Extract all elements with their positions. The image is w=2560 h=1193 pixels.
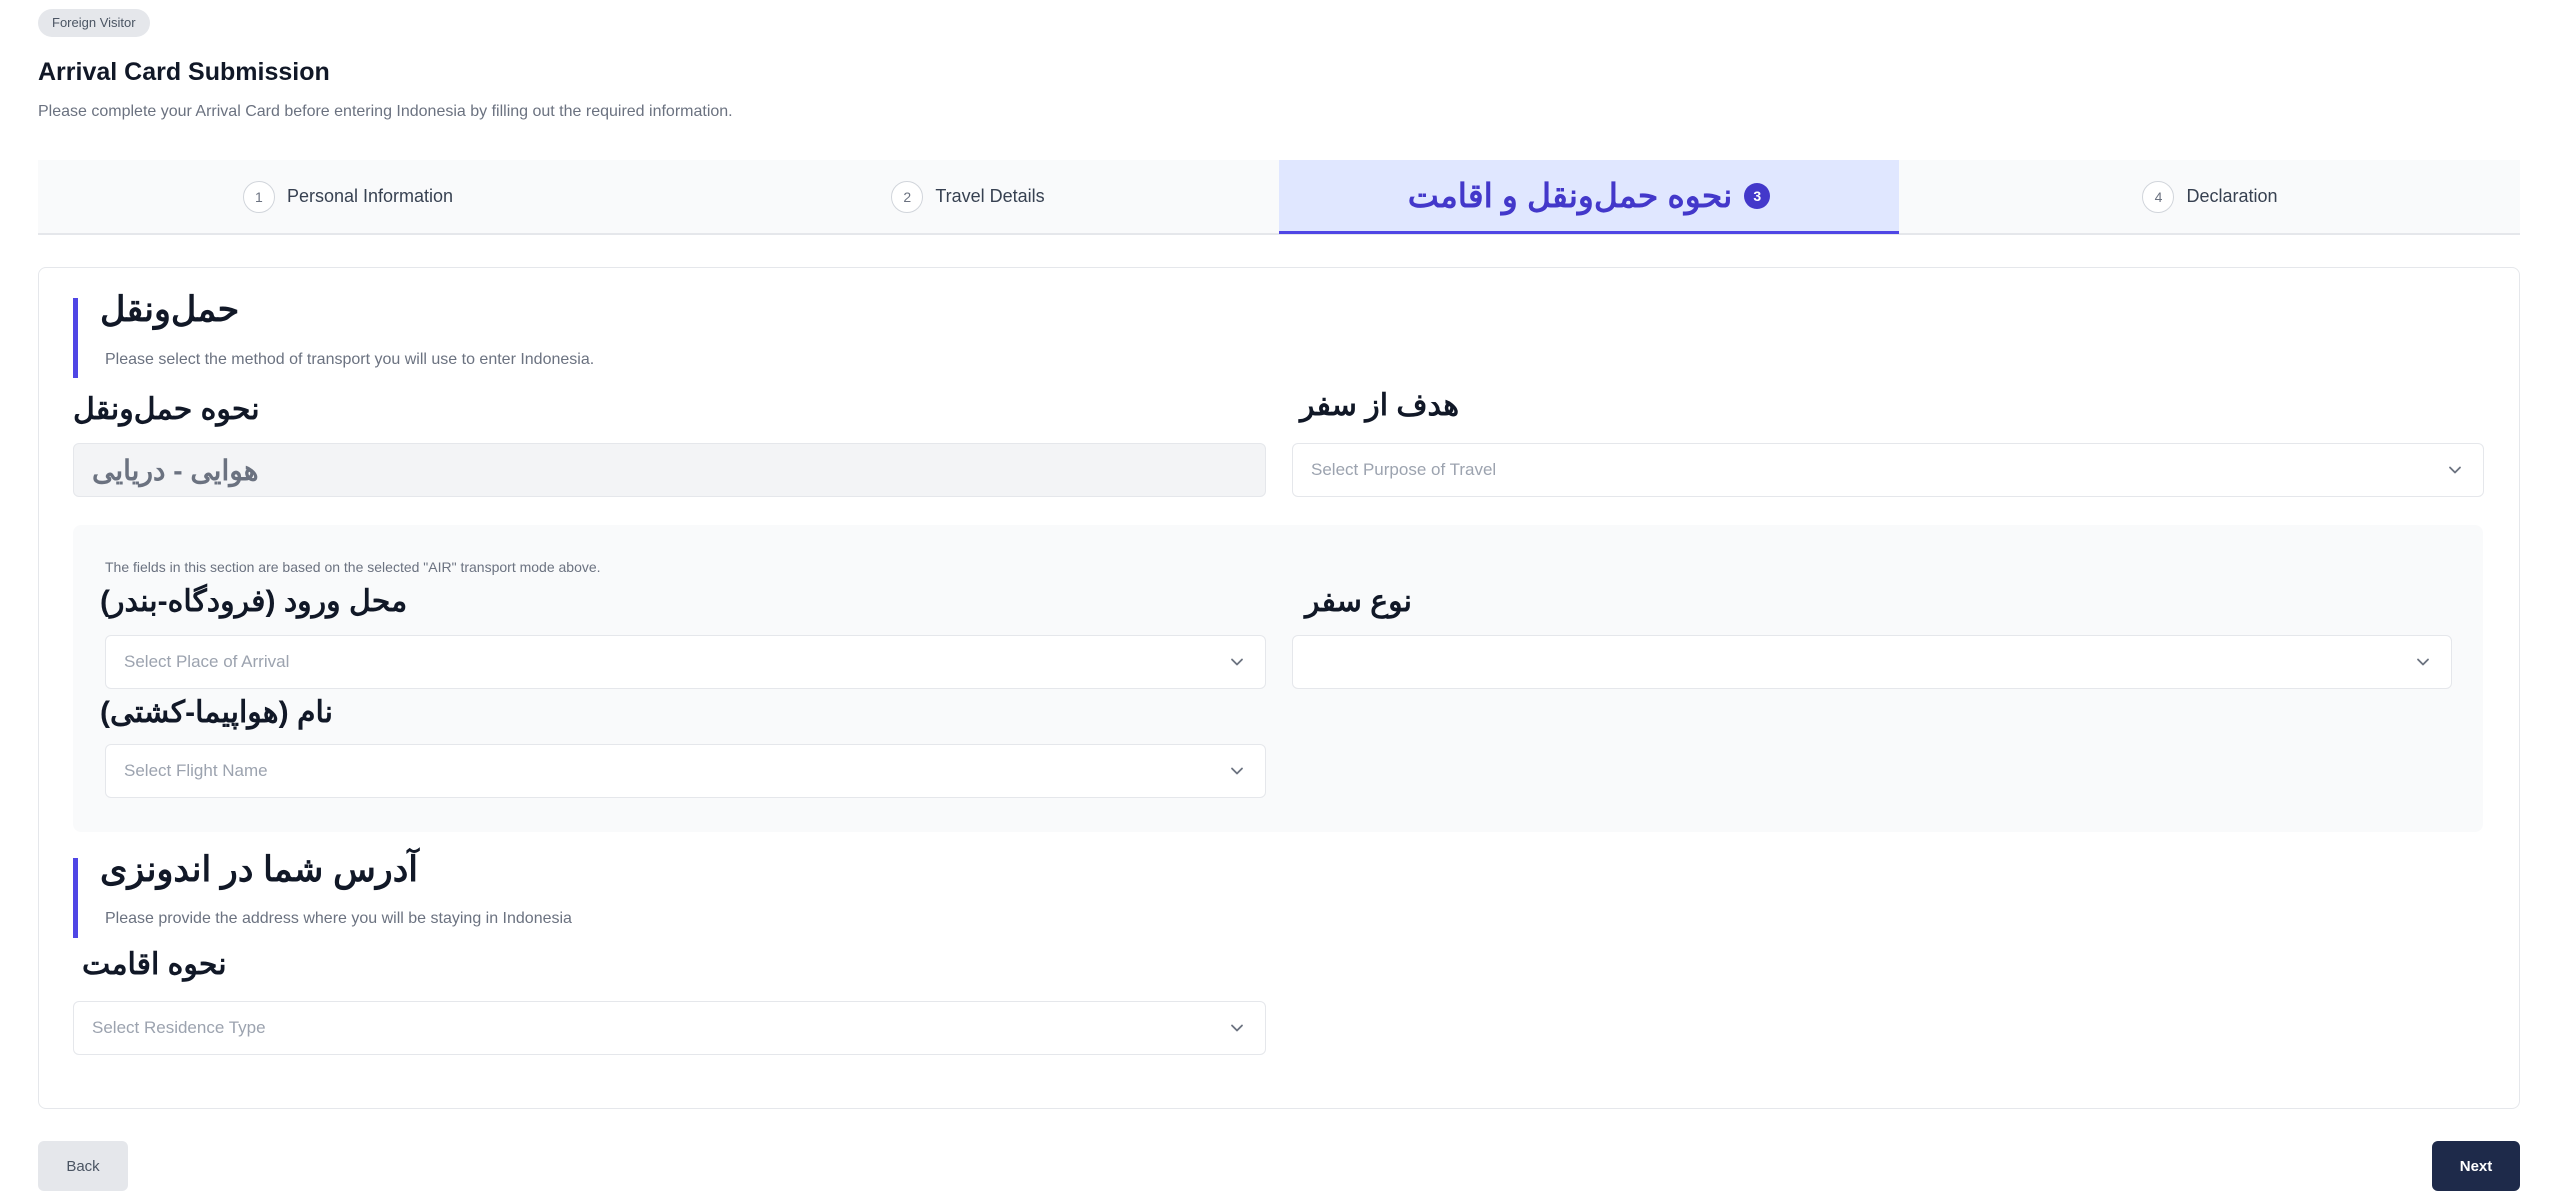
step-number: 1 — [242, 180, 275, 213]
step-number: 2 — [891, 180, 924, 213]
visitor-type-badge: Foreign Visitor — [38, 9, 150, 37]
chevron-down-icon — [2449, 466, 2461, 474]
step-label: Travel Details — [935, 186, 1045, 206]
chevron-down-icon — [2417, 658, 2429, 666]
next-button[interactable]: Next — [2432, 1141, 2520, 1191]
air-section-note: The fields in this section are based on … — [105, 559, 601, 575]
arrival-place-label: محل ورود (فرودگاه-بندر) — [100, 585, 408, 618]
step-number: 4 — [2142, 180, 2175, 213]
step-personal-information[interactable]: 1 Personal Information — [38, 160, 658, 233]
step-label: Personal Information — [286, 186, 454, 206]
arrival-place-select[interactable]: Select Place of Arrival — [105, 635, 1266, 689]
section-accent-bar — [73, 298, 78, 378]
residence-type-label: نحوه اقامت — [82, 948, 227, 981]
trip-type-label: نوع سفر — [1305, 585, 1412, 618]
vessel-name-label: نام (هواپیما-کشتی) — [100, 696, 334, 729]
purpose-of-travel-placeholder: Select Purpose of Travel — [1311, 460, 1497, 479]
arrival-place-placeholder: Select Place of Arrival — [124, 652, 290, 671]
trip-type-select[interactable] — [1292, 635, 2452, 689]
step-declaration[interactable]: 4 Declaration — [1900, 160, 2520, 233]
step-travel-details[interactable]: 2 Travel Details — [658, 160, 1278, 233]
address-section-title: آدرس شما در اندونزی — [100, 850, 419, 889]
step-label: نحوه حمل‌ونقل و اقامت — [1407, 177, 1733, 214]
step-transport-residence[interactable]: نحوه حمل‌ونقل و اقامت 3 — [1279, 160, 1899, 234]
chevron-down-icon — [1231, 1024, 1243, 1032]
transport-mode-value: هوایی - دریایی — [92, 454, 259, 486]
stepper: 1 Personal Information 2 Travel Details … — [38, 160, 2520, 235]
purpose-of-travel-label: هدف از سفر — [1300, 389, 1460, 422]
residence-type-placeholder: Select Residence Type — [92, 1018, 266, 1037]
purpose-of-travel-select[interactable]: Select Purpose of Travel — [1292, 443, 2484, 497]
step-label: Declaration — [2186, 186, 2278, 206]
transport-section-title: حمل‌ونقل — [100, 290, 240, 329]
transport-mode-label: نحوه حمل‌ونقل — [73, 393, 260, 426]
chevron-down-icon — [1231, 658, 1243, 666]
step-number: 3 — [1744, 182, 1771, 209]
transport-mode-field: هوایی - دریایی — [73, 443, 1266, 497]
address-section-hint: Please provide the address where you wil… — [105, 910, 572, 927]
transport-section-hint: Please select the method of transport yo… — [105, 351, 595, 368]
flight-name-select[interactable]: Select Flight Name — [105, 744, 1266, 798]
page-subtitle: Please complete your Arrival Card before… — [38, 103, 733, 120]
flight-name-placeholder: Select Flight Name — [124, 761, 268, 780]
page-title: Arrival Card Submission — [38, 58, 330, 86]
section-accent-bar — [73, 858, 78, 938]
residence-type-select[interactable]: Select Residence Type — [73, 1001, 1266, 1055]
chevron-down-icon — [1231, 767, 1243, 775]
back-button[interactable]: Back — [38, 1141, 128, 1191]
